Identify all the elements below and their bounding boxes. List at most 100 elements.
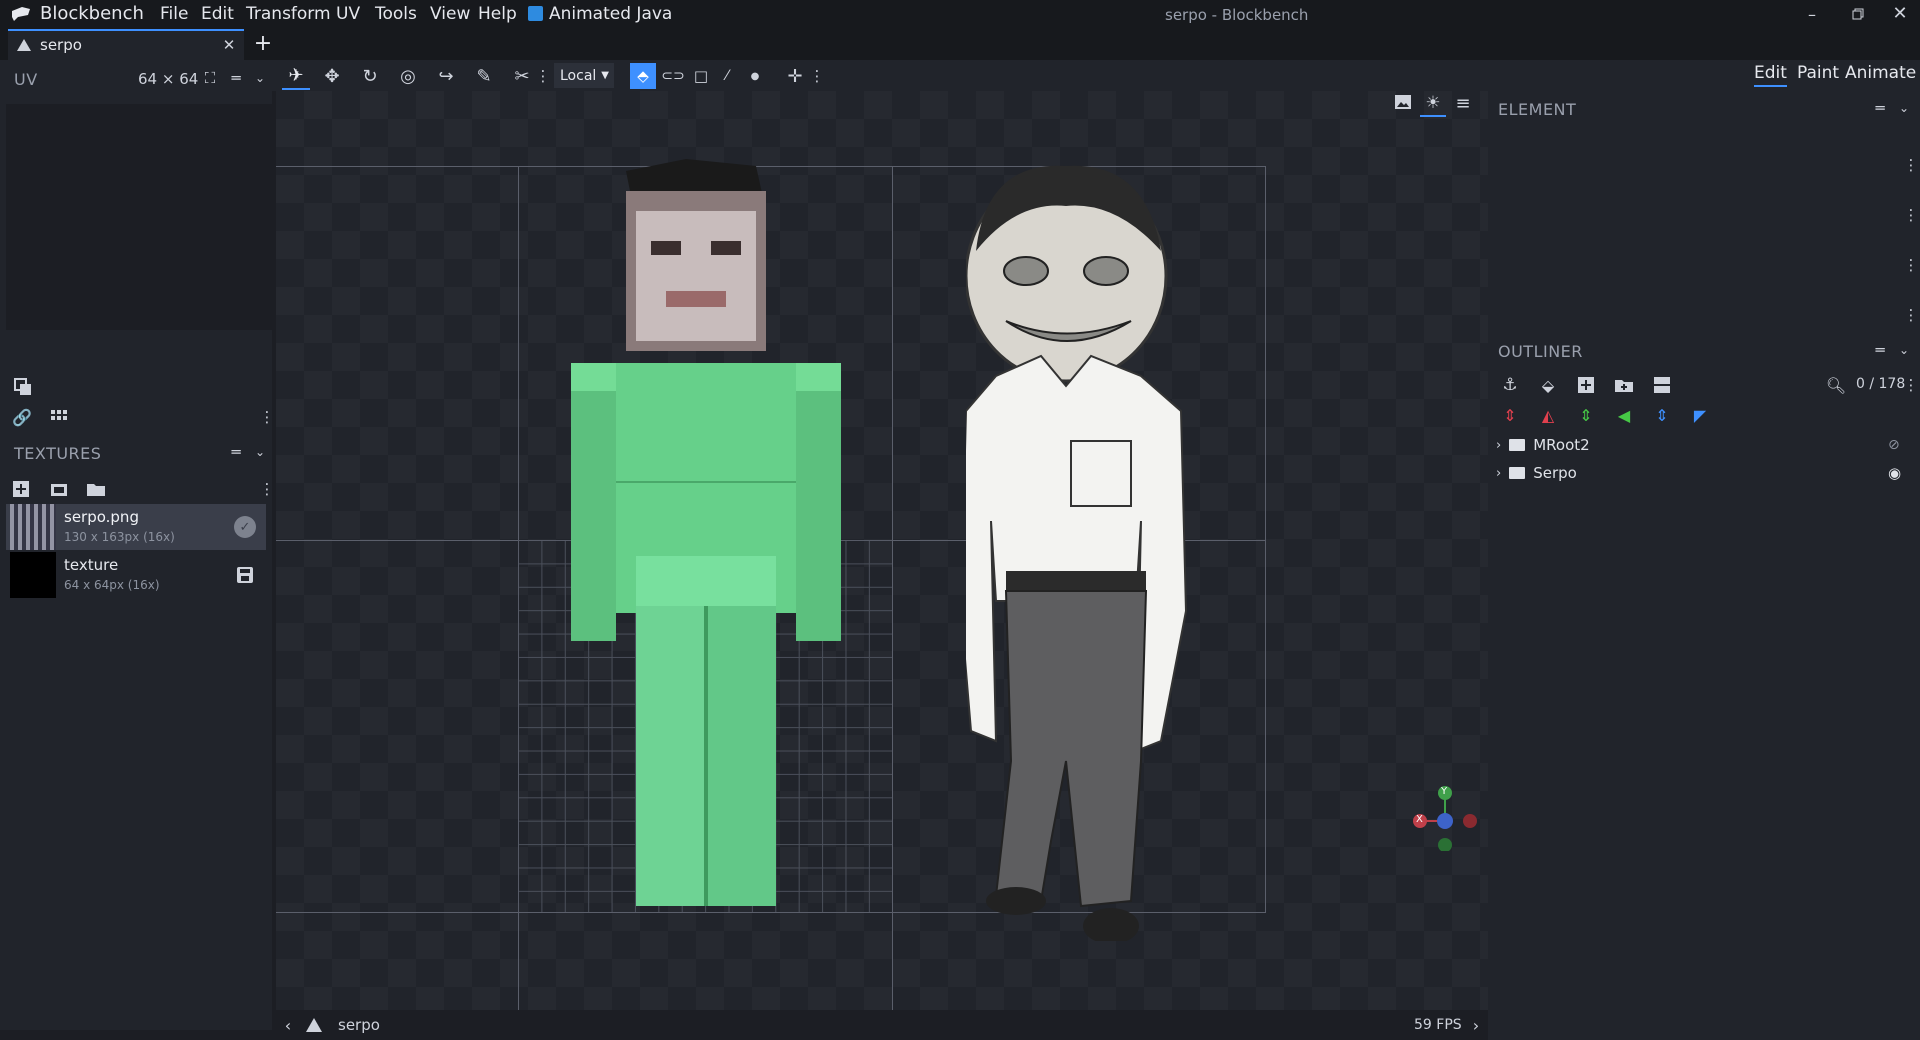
uv-panel-title: UV: [14, 70, 38, 89]
uv-size-label: 64 × 64: [138, 70, 199, 88]
collapse-icon[interactable]: [1650, 374, 1674, 396]
chevron-right-icon[interactable]: ›: [1468, 1014, 1484, 1036]
panel-menu-icon[interactable]: ═: [1870, 98, 1890, 118]
mode-tab-paint[interactable]: Paint: [1797, 63, 1839, 83]
toggle-scale-icon[interactable]: ⇕: [1650, 404, 1674, 426]
more-vertical-icon[interactable]: ⋮: [1904, 254, 1919, 276]
image-icon[interactable]: [1392, 91, 1414, 113]
outliner-group-mroot2[interactable]: › MRoot2 ⊘: [1488, 432, 1920, 458]
panel-menu-icon[interactable]: ═: [226, 442, 246, 462]
center-icon[interactable]: ✛: [782, 63, 808, 89]
model-serpo-blocky[interactable]: [556, 141, 856, 921]
new-tab-icon[interactable]: +: [252, 31, 274, 56]
axis-gizmo[interactable]: Y X: [1410, 781, 1480, 852]
3d-viewport[interactable]: ☀ ≡ Y X: [276, 91, 1488, 1010]
close-window-icon[interactable]: ✕: [1888, 3, 1912, 24]
sun-icon[interactable]: ☀: [1420, 91, 1446, 117]
menu-file[interactable]: File: [160, 4, 188, 24]
uv-editor-canvas[interactable]: [6, 104, 272, 330]
toggle-pivot-icon[interactable]: ⇕: [1498, 404, 1522, 426]
pivot-icon[interactable]: ◎: [394, 62, 422, 90]
toggle-align-icon[interactable]: ⇕: [1574, 404, 1598, 426]
menu-animated-java[interactable]: Animated Java: [549, 4, 672, 24]
square-select-icon[interactable]: □: [688, 63, 714, 89]
group-name: Serpo: [1533, 464, 1577, 482]
dot-select-icon[interactable]: ●: [742, 63, 768, 89]
link-icon[interactable]: ⊂⊃: [660, 63, 686, 89]
add-texture-icon[interactable]: [10, 478, 32, 500]
vertex-snap-icon[interactable]: ↪: [432, 62, 460, 90]
chevron-down-icon[interactable]: ⌄: [1896, 98, 1912, 118]
minimize-icon[interactable]: –: [1800, 4, 1824, 24]
chevron-down-icon[interactable]: ⌄: [1896, 340, 1912, 360]
search-icon[interactable]: 🔍︎: [1824, 374, 1848, 396]
scissors-icon[interactable]: ✂: [508, 62, 536, 90]
menu-tools[interactable]: Tools: [375, 4, 417, 24]
open-folder-icon[interactable]: [84, 478, 108, 500]
check-circle-icon[interactable]: ✓: [234, 516, 256, 538]
more-vertical-icon[interactable]: ⋮: [1904, 304, 1919, 326]
chevron-right-icon[interactable]: ›: [1496, 466, 1501, 481]
copy-paste-icon[interactable]: [12, 376, 34, 398]
visibility-eye-icon[interactable]: ◉: [1888, 464, 1901, 482]
texture-name: texture: [64, 556, 119, 574]
more-vertical-icon[interactable]: ⋮: [810, 63, 825, 89]
outliner-group-serpo[interactable]: › Serpo ◉: [1488, 460, 1920, 486]
move-tool-icon[interactable]: ✈: [282, 62, 310, 90]
textures-panel-title: TEXTURES: [14, 444, 102, 463]
menu-help[interactable]: Help: [478, 4, 517, 24]
chevron-down-icon: ▼: [601, 70, 609, 81]
hamburger-menu-icon[interactable]: ≡: [1450, 91, 1476, 115]
toggle-direction-icon[interactable]: ◀: [1612, 404, 1636, 426]
outliner-count: 0 / 178: [1856, 376, 1906, 392]
more-vertical-icon[interactable]: ⋮: [1904, 204, 1919, 226]
outliner-panel-title: OUTLINER: [1498, 342, 1583, 361]
texture-item-texture[interactable]: texture 64 x 64px (16x): [6, 552, 266, 598]
chevron-down-icon[interactable]: ⌄: [252, 442, 268, 462]
visibility-hidden-icon[interactable]: ⊘: [1888, 437, 1900, 453]
app-name: Blockbench: [40, 3, 144, 24]
grid-line: [892, 166, 893, 1010]
translate-icon[interactable]: ✥: [318, 62, 346, 90]
mode-tab-animate[interactable]: Animate: [1845, 63, 1916, 83]
chevron-down-icon[interactable]: ⌄: [252, 68, 268, 88]
chevron-left-icon[interactable]: ‹: [280, 1014, 296, 1036]
link-icon[interactable]: 🔗: [10, 406, 34, 428]
texture-item-serpo[interactable]: serpo.png 130 x 163px (16x) ✓: [6, 504, 266, 550]
more-vertical-icon[interactable]: ⋮: [260, 478, 275, 500]
menu-edit[interactable]: Edit: [201, 4, 234, 24]
anchor-icon[interactable]: ⚓: [1498, 374, 1522, 396]
title-bar: Blockbench File Edit Transform UV Tools …: [0, 0, 1920, 29]
chevron-right-icon[interactable]: ›: [1496, 438, 1501, 453]
add-cube-icon[interactable]: [1574, 374, 1598, 396]
restore-icon[interactable]: [1846, 4, 1870, 24]
tab-label: serpo: [40, 36, 82, 54]
axis-x-label: X: [1416, 814, 1423, 825]
toggle-mirror-icon[interactable]: ◭: [1536, 404, 1560, 426]
add-group-icon[interactable]: [1612, 374, 1636, 396]
menu-transform[interactable]: Transform: [246, 4, 331, 24]
panel-menu-icon[interactable]: ═: [226, 68, 246, 88]
rotate-icon[interactable]: ↻: [356, 62, 384, 90]
close-tab-icon[interactable]: ✕: [220, 36, 238, 54]
menu-uv[interactable]: UV: [336, 4, 360, 24]
fullscreen-icon[interactable]: ⛶: [200, 68, 220, 88]
mode-tab-edit[interactable]: Edit: [1754, 63, 1787, 87]
grid-icon[interactable]: [48, 406, 70, 428]
more-vertical-icon[interactable]: ⋮: [1904, 374, 1919, 396]
save-icon[interactable]: [234, 564, 256, 586]
toggle-flag-icon[interactable]: ◤: [1688, 404, 1712, 426]
reference-image-serpo[interactable]: [959, 161, 1266, 944]
brush-icon[interactable]: ✎: [470, 62, 498, 90]
add-mesh-icon[interactable]: ⬙: [1536, 374, 1560, 396]
space-select[interactable]: Local ▼: [554, 63, 614, 88]
menu-view[interactable]: View: [430, 4, 470, 24]
tab-serpo[interactable]: serpo ✕: [8, 29, 244, 60]
import-texture-icon[interactable]: [48, 478, 70, 500]
more-vertical-icon[interactable]: ⋮: [260, 406, 275, 428]
more-vertical-icon[interactable]: ⋮: [1904, 154, 1919, 176]
panel-menu-icon[interactable]: ═: [1870, 340, 1890, 360]
more-vertical-icon[interactable]: ⋮: [536, 62, 551, 90]
select-mode-icon[interactable]: ⬘: [630, 63, 656, 89]
line-select-icon[interactable]: ⁄: [714, 63, 740, 89]
